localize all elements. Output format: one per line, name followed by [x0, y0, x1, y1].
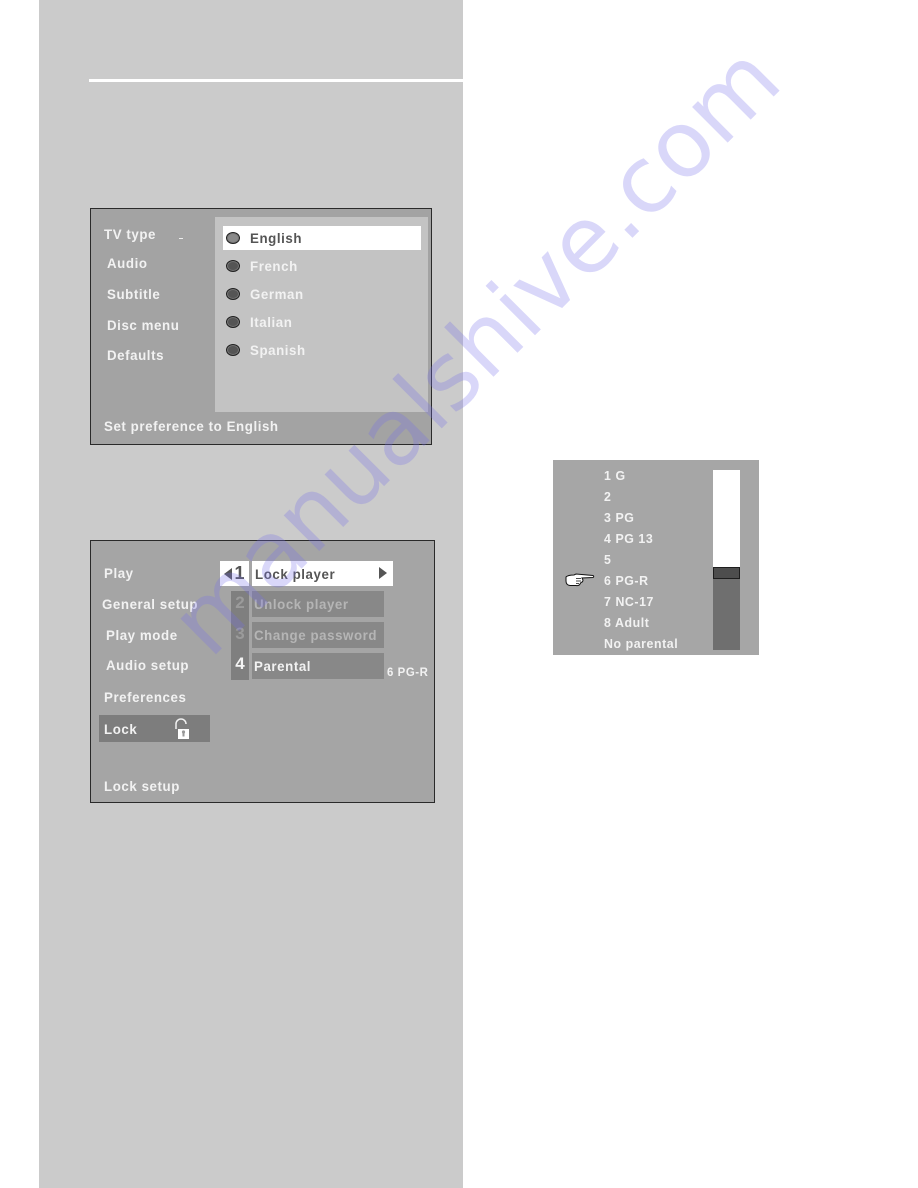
option-label: French — [250, 258, 298, 274]
rating-option[interactable]: 1 G — [604, 468, 626, 483]
radio-icon — [226, 232, 240, 244]
item-label: Change password — [254, 627, 378, 643]
rating-option[interactable]: 5 — [604, 552, 611, 567]
parental-level-slider[interactable] — [713, 470, 740, 650]
rating-option[interactable]: 2 — [604, 489, 611, 504]
status-text: Set preference to English — [104, 418, 279, 434]
menu-category-play[interactable]: Play — [104, 565, 134, 581]
arrow-left-icon[interactable] — [224, 567, 233, 580]
item-number-box: 1 — [220, 561, 249, 586]
item-label: Parental — [254, 658, 312, 674]
item-label: Lock player — [255, 565, 336, 582]
radio-icon — [226, 288, 240, 300]
menu-category-lock[interactable]: Lock — [99, 715, 210, 742]
menu-category-audio[interactable]: Audio — [107, 255, 148, 271]
pointing-hand-icon — [565, 573, 595, 587]
rating-option[interactable]: 3 PG — [604, 510, 634, 525]
lock-item-lock-player[interactable]: 1 Lock player — [220, 561, 393, 586]
preferences-menu-screen: TV type Audio Subtitle Disc menu Default… — [90, 208, 432, 445]
rating-option[interactable]: 6 PG-R — [604, 573, 649, 588]
cursor-marker — [179, 238, 183, 239]
menu-category-disc-menu[interactable]: Disc menu — [107, 317, 179, 333]
parental-rating-screen: 1 G 2 3 PG 4 PG 13 5 6 PG-R 7 NC-17 8 Adult No p… — [553, 460, 759, 655]
radio-icon — [226, 316, 240, 328]
language-option-german[interactable]: German — [223, 282, 421, 306]
item-number: 1 — [234, 563, 245, 583]
language-options-panel: English French German Italian Spanish — [215, 217, 428, 412]
language-option-spanish[interactable]: Spanish — [223, 338, 421, 362]
language-option-french[interactable]: French — [223, 254, 421, 278]
language-option-italian[interactable]: Italian — [223, 310, 421, 334]
status-text: Lock setup — [104, 778, 180, 794]
option-label: Italian — [250, 314, 293, 330]
radio-icon — [226, 260, 240, 272]
lock-label: Lock — [104, 720, 138, 737]
rating-option[interactable]: No parental — [604, 636, 678, 651]
rating-option[interactable]: 7 NC-17 — [604, 594, 654, 609]
menu-category-tv-type[interactable]: TV type — [104, 226, 156, 242]
menu-category-subtitle[interactable]: Subtitle — [107, 286, 160, 302]
rating-option[interactable]: 4 PG 13 — [604, 531, 653, 546]
option-label: English — [250, 230, 303, 246]
arrow-right-icon[interactable] — [379, 567, 387, 579]
menu-category-audio-setup[interactable]: Audio setup — [106, 657, 189, 673]
option-label: Spanish — [250, 342, 306, 358]
parental-rating-value: 6 PG-R — [387, 665, 429, 679]
item-number: 2 — [235, 593, 245, 612]
lock-setup-screen: Play General setup Play mode Audio setup… — [90, 540, 435, 803]
item-number: 4 — [235, 654, 245, 673]
unlocked-padlock-icon — [175, 718, 189, 739]
language-option-english[interactable]: English — [223, 226, 421, 250]
rating-option[interactable]: 8 Adult — [604, 615, 649, 630]
menu-category-general-setup[interactable]: General setup — [102, 596, 198, 612]
item-label: Unlock player — [254, 596, 349, 612]
menu-category-play-mode[interactable]: Play mode — [106, 627, 178, 643]
menu-category-preferences[interactable]: Preferences — [104, 689, 186, 705]
lock-item-parental[interactable]: Parental — [252, 653, 384, 679]
slider-fill — [713, 470, 740, 567]
slider-thumb[interactable] — [713, 567, 740, 579]
lock-item-change-password[interactable]: Change password — [252, 622, 384, 648]
section-divider — [89, 79, 463, 82]
item-label-box: Lock player — [252, 561, 393, 586]
option-label: German — [250, 286, 304, 302]
lock-item-unlock-player[interactable]: Unlock player — [252, 591, 384, 617]
menu-category-defaults[interactable]: Defaults — [107, 347, 164, 363]
item-number: 3 — [235, 624, 245, 643]
radio-icon — [226, 344, 240, 356]
